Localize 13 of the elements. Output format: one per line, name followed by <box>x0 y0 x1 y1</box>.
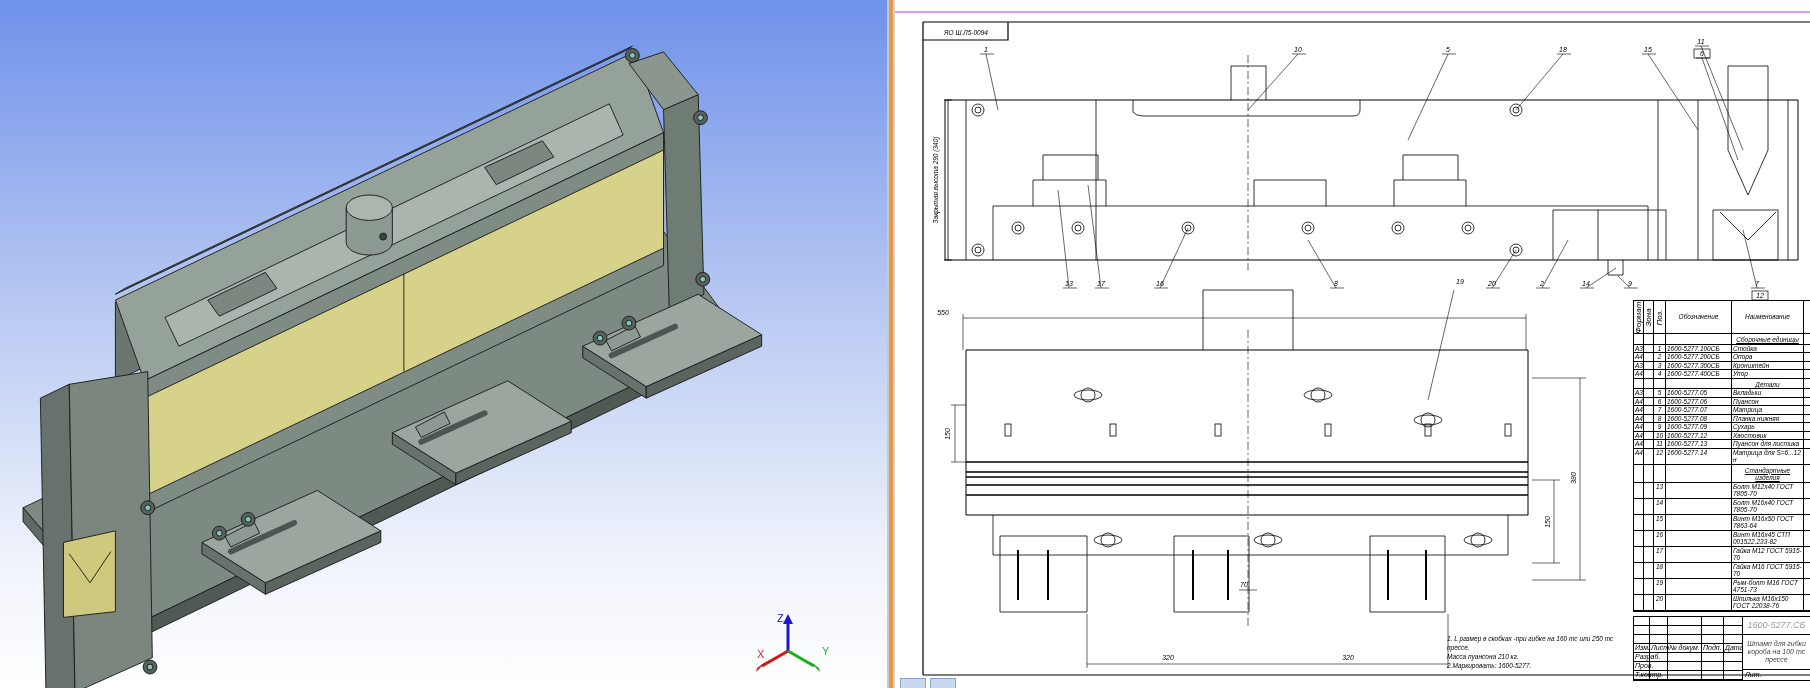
sheet-tab-button[interactable] <box>930 678 956 688</box>
column-header: Формат <box>1634 301 1643 333</box>
dimension-line <box>1238 589 1258 591</box>
column-header: Зона <box>1644 307 1653 327</box>
document-designation: 1600-5277.СБ <box>1743 616 1810 635</box>
sheet-tab-button[interactable] <box>900 678 926 688</box>
pane-splitter[interactable] <box>887 0 895 688</box>
column-header: Поз. <box>1655 308 1664 326</box>
axis-label: Y <box>822 645 830 657</box>
axis-triad-drawing <box>756 614 820 672</box>
axis-label: X <box>757 648 765 660</box>
axis-label: Z <box>777 612 784 624</box>
dimension-line <box>950 404 967 463</box>
